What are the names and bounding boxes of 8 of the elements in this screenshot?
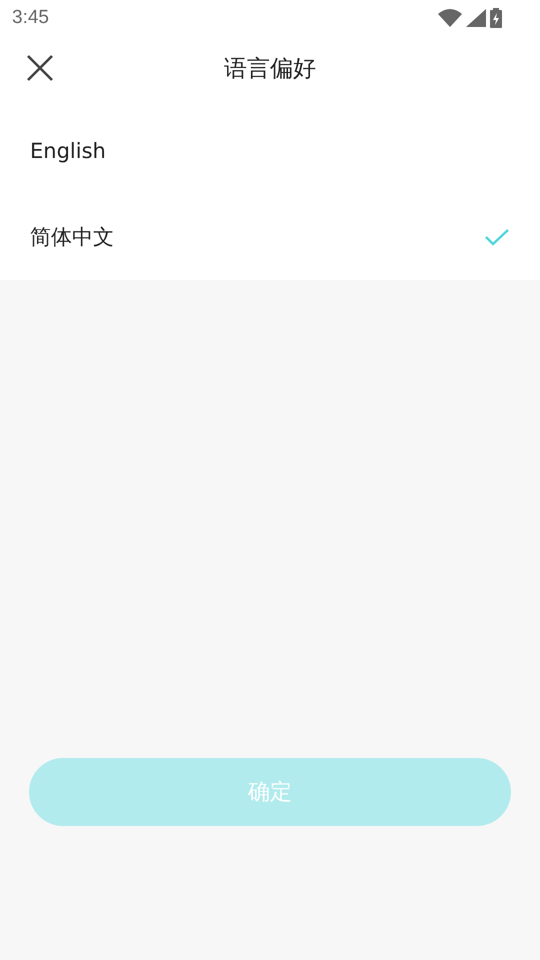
page-title: 语言偏好 [224, 56, 316, 82]
language-option[interactable]: 简体中文 [0, 194, 540, 280]
signal-icon [466, 9, 486, 27]
wifi-icon [438, 9, 462, 27]
status-time: 3:45 [12, 7, 49, 29]
language-option[interactable]: English [0, 108, 540, 194]
close-icon[interactable] [26, 54, 54, 82]
battery-icon [490, 8, 502, 28]
